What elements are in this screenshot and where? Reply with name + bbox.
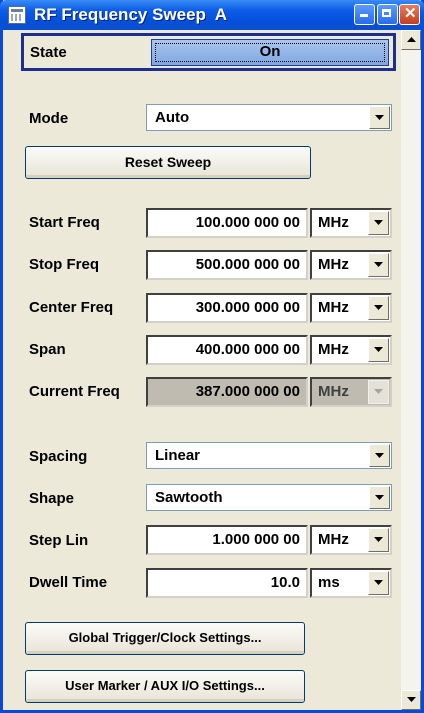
mode-label: Mode [29, 110, 69, 127]
shape-label: Shape [29, 490, 75, 507]
chevron-down-icon [374, 347, 383, 352]
step-lin-row: Step Lin 1.000 000 00 MHz [3, 525, 398, 556]
close-icon: ✕ [404, 5, 417, 22]
center-freq-value: 300.000 000 00 [195, 299, 300, 316]
dwell-time-unit: ms [318, 574, 340, 591]
sweep-settings-panel: State On Mode Auto Reset Sweep Start Fre… [3, 30, 398, 710]
vertical-scrollbar[interactable] [401, 30, 421, 710]
current-freq-unit: MHz [318, 383, 349, 400]
step-lin-value: 1.000 000 00 [212, 531, 300, 548]
chevron-down-icon [375, 453, 384, 458]
user-marker-label: User Marker / AUX I/O Settings... [65, 678, 265, 693]
state-toggle-button[interactable]: On [151, 39, 389, 66]
current-freq-label: Current Freq [29, 383, 120, 400]
minimize-icon [360, 14, 368, 17]
current-freq-unit-dropdown-button [368, 380, 389, 404]
start-freq-unit-dropdown-button[interactable] [368, 211, 389, 235]
stop-freq-unit: MHz [318, 256, 349, 273]
spacing-label: Spacing [29, 448, 88, 465]
chevron-down-icon [375, 115, 384, 120]
center-freq-label: Center Freq [29, 299, 114, 316]
chevron-up-icon [407, 37, 416, 42]
span-unit-select[interactable]: MHz [310, 335, 392, 365]
maximize-button[interactable] [377, 4, 398, 25]
close-button[interactable]: ✕ [399, 4, 420, 25]
spacing-dropdown-button[interactable] [369, 444, 390, 467]
chevron-down-icon [374, 389, 383, 394]
global-trigger-label: Global Trigger/Clock Settings... [68, 630, 262, 645]
current-freq-input: 387.000 000 00 [146, 377, 308, 407]
step-lin-unit: MHz [318, 531, 349, 548]
sweep-window: RF Frequency Sweep A ✕ State On Mode Aut… [0, 0, 424, 713]
step-lin-unit-dropdown-button[interactable] [368, 528, 389, 552]
dwell-time-unit-select[interactable]: ms [310, 568, 392, 598]
mode-select[interactable]: Auto [146, 104, 392, 131]
step-lin-input[interactable]: 1.000 000 00 [146, 525, 308, 555]
dwell-time-row: Dwell Time 10.0 ms [3, 568, 398, 598]
chevron-down-icon [374, 262, 383, 267]
state-label: State [30, 44, 67, 61]
stop-freq-value: 500.000 000 00 [195, 256, 300, 273]
chevron-down-icon [407, 697, 416, 702]
dwell-time-value: 10.0 [270, 574, 300, 591]
spacing-select[interactable]: Linear [146, 442, 392, 469]
maximize-icon [382, 9, 391, 17]
span-row: Span 400.000 000 00 MHz [3, 335, 398, 365]
window-app-icon [8, 6, 26, 24]
minimize-button[interactable] [354, 4, 375, 25]
shape-value: Sawtooth [155, 489, 223, 506]
start-freq-label: Start Freq [29, 214, 100, 231]
reset-sweep-label: Reset Sweep [124, 154, 212, 170]
dwell-time-unit-dropdown-button[interactable] [368, 571, 389, 595]
stop-freq-row: Stop Freq 500.000 000 00 MHz [3, 250, 398, 280]
spacing-value: Linear [155, 447, 201, 464]
spacing-row: Spacing Linear [3, 442, 398, 472]
shape-dropdown-button[interactable] [369, 486, 390, 509]
mode-row: Mode Auto [3, 104, 398, 134]
global-trigger-clock-settings-button[interactable]: Global Trigger/Clock Settings... [25, 622, 305, 655]
shape-row: Shape Sawtooth [3, 484, 398, 514]
user-marker-aux-io-settings-button[interactable]: User Marker / AUX I/O Settings... [25, 670, 305, 703]
start-freq-value: 100.000 000 00 [195, 214, 300, 231]
start-freq-unit-select[interactable]: MHz [310, 208, 392, 238]
span-unit-dropdown-button[interactable] [368, 338, 389, 362]
current-freq-row: Current Freq 387.000 000 00 MHz [3, 377, 398, 407]
title-bar[interactable]: RF Frequency Sweep A ✕ [0, 0, 424, 30]
reset-sweep-button[interactable]: Reset Sweep [25, 146, 311, 179]
start-freq-row: Start Freq 100.000 000 00 MHz [3, 208, 398, 238]
span-label: Span [29, 341, 66, 358]
stop-freq-input[interactable]: 500.000 000 00 [146, 250, 308, 280]
stop-freq-unit-select[interactable]: MHz [310, 250, 392, 280]
center-freq-row: Center Freq 300.000 000 00 MHz [3, 293, 398, 323]
center-freq-unit: MHz [318, 299, 349, 316]
window-title: RF Frequency Sweep A [34, 5, 228, 24]
step-lin-label: Step Lin [29, 532, 89, 549]
mode-dropdown-button[interactable] [369, 106, 390, 129]
current-freq-value: 387.000 000 00 [195, 383, 300, 400]
chevron-down-icon [374, 220, 383, 225]
dwell-time-label: Dwell Time [29, 574, 108, 591]
chevron-down-icon [375, 495, 384, 500]
shape-select[interactable]: Sawtooth [146, 484, 392, 511]
scroll-down-button[interactable] [401, 690, 421, 710]
span-unit: MHz [318, 341, 349, 358]
scroll-up-button[interactable] [401, 30, 421, 50]
start-freq-input[interactable]: 100.000 000 00 [146, 208, 308, 238]
center-freq-unit-dropdown-button[interactable] [368, 296, 389, 320]
dwell-time-input[interactable]: 10.0 [146, 568, 308, 598]
span-input[interactable]: 400.000 000 00 [146, 335, 308, 365]
stop-freq-label: Stop Freq [29, 256, 99, 273]
chevron-down-icon [374, 305, 383, 310]
chevron-down-icon [374, 537, 383, 542]
span-value: 400.000 000 00 [195, 341, 300, 358]
state-row: State On [21, 33, 396, 71]
center-freq-unit-select[interactable]: MHz [310, 293, 392, 323]
current-freq-unit-select: MHz [310, 377, 392, 407]
start-freq-unit: MHz [318, 214, 349, 231]
center-freq-input[interactable]: 300.000 000 00 [146, 293, 308, 323]
chevron-down-icon [374, 580, 383, 585]
stop-freq-unit-dropdown-button[interactable] [368, 253, 389, 277]
step-lin-unit-select[interactable]: MHz [310, 525, 392, 555]
mode-value: Auto [155, 109, 190, 126]
